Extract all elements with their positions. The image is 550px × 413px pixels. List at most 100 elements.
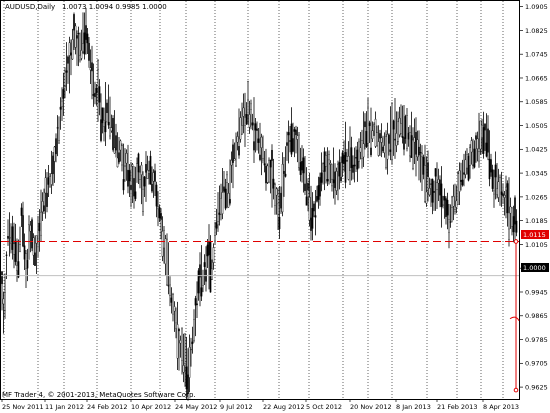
candle-body xyxy=(349,170,351,185)
candle-body xyxy=(59,106,62,110)
candle-body xyxy=(383,145,386,154)
candle-body xyxy=(109,127,111,137)
candle-body xyxy=(125,153,128,164)
candle-body xyxy=(353,164,356,167)
candle-body xyxy=(206,244,209,257)
candle-body xyxy=(76,35,78,39)
candle-body xyxy=(26,260,29,269)
candle-body xyxy=(254,123,257,131)
candle-body xyxy=(409,132,411,157)
candle-body xyxy=(431,178,434,203)
candle-body xyxy=(94,92,96,98)
candle-body xyxy=(175,322,177,329)
candle-body xyxy=(295,129,297,136)
time-tick-label: 24 May 2012 xyxy=(175,403,217,411)
candle-body xyxy=(100,119,102,141)
candle-body xyxy=(370,147,372,156)
candle-body xyxy=(272,178,275,189)
candle-body xyxy=(118,152,120,163)
candle-body xyxy=(20,207,23,216)
candle-body xyxy=(332,179,335,184)
candle-body xyxy=(356,149,359,170)
candle-body xyxy=(256,128,258,131)
candle-body xyxy=(472,164,474,166)
candle-body xyxy=(65,70,68,73)
candle-body xyxy=(274,184,276,206)
candle-body xyxy=(266,165,269,183)
candle-body xyxy=(514,197,516,225)
candle-body xyxy=(284,173,287,177)
candle-body xyxy=(440,183,443,208)
candle-body xyxy=(53,146,56,162)
candle-body xyxy=(326,178,329,182)
price-tick-label: 0.9705 xyxy=(525,360,548,368)
candle-body xyxy=(184,363,186,366)
candle-body xyxy=(68,42,71,56)
candle-body xyxy=(182,365,185,373)
candle-body xyxy=(506,183,509,214)
candle-body xyxy=(505,186,507,191)
candle-body xyxy=(241,125,243,135)
candle-body xyxy=(2,298,5,305)
candle-body xyxy=(389,149,392,152)
candle-body xyxy=(37,246,39,258)
candle-body xyxy=(217,221,219,226)
candle-body xyxy=(275,188,278,196)
time-tick-label: 22 Aug 2012 xyxy=(263,403,305,411)
candle-body xyxy=(496,188,498,195)
candle-body xyxy=(455,200,458,208)
candle-body xyxy=(287,132,290,136)
copyright-text: MF Trader 4, © 2001-2013, MetaQuotes Sof… xyxy=(2,391,196,399)
candle-body xyxy=(164,238,167,265)
candle-body xyxy=(224,188,227,209)
candle-body xyxy=(248,114,251,128)
candle-body xyxy=(466,154,468,169)
candle-body xyxy=(142,188,144,212)
candle-body xyxy=(88,42,90,61)
candle-body xyxy=(157,206,159,210)
candle-body xyxy=(50,173,53,185)
candle-body xyxy=(115,135,117,151)
price-tick-label: 1.0665 xyxy=(525,74,548,82)
candle-body xyxy=(257,138,260,143)
candle-body xyxy=(337,163,339,165)
projection-start-point[interactable] xyxy=(513,239,519,244)
candle-body xyxy=(113,147,116,154)
candle-body xyxy=(433,191,435,193)
candle-body xyxy=(49,176,51,187)
candle-body xyxy=(364,121,366,128)
candle-body xyxy=(493,190,495,195)
candle-body xyxy=(322,163,324,172)
candle-body xyxy=(95,88,98,94)
candle-body xyxy=(85,25,87,40)
candle-body xyxy=(112,117,114,150)
projection-end-point[interactable] xyxy=(513,387,519,393)
candle-body xyxy=(191,341,194,345)
candle-body xyxy=(242,107,245,117)
candle-body xyxy=(139,171,141,180)
candle-body xyxy=(311,207,314,229)
time-tick-label: 10 Apr 2012 xyxy=(131,403,171,411)
candle-body xyxy=(74,25,77,48)
candle-body xyxy=(319,177,321,197)
projection-marker[interactable] xyxy=(509,316,520,321)
candle-body xyxy=(5,254,8,256)
candle-body xyxy=(509,206,512,214)
candle-body xyxy=(293,129,296,132)
chart-window[interactable]: 1.0905 1.0825 1.0745 1.0665 1.0585 1.0505 1.04… xyxy=(0,0,550,413)
candle-body xyxy=(331,178,333,187)
price-tick-label: 0.9865 xyxy=(525,312,548,320)
candle-body xyxy=(290,123,293,155)
candle-body xyxy=(146,169,149,179)
order-level-label: 1.0115 xyxy=(523,231,546,239)
candle-body xyxy=(232,144,234,163)
time-axis: 25 Nov 2011 11 Jan 2012 24 Feb 2012 10 Apr … xyxy=(1,399,519,411)
candle-body xyxy=(178,328,180,332)
candle-body xyxy=(280,192,282,209)
candle-body xyxy=(211,268,213,280)
candle-body xyxy=(379,133,381,139)
candle-body xyxy=(119,140,122,151)
price-chart[interactable]: 1.0905 1.0825 1.0745 1.0665 1.0585 1.0505 1.04… xyxy=(0,0,550,413)
price-tick-label: 1.0185 xyxy=(525,217,548,225)
candle-body xyxy=(434,168,437,177)
